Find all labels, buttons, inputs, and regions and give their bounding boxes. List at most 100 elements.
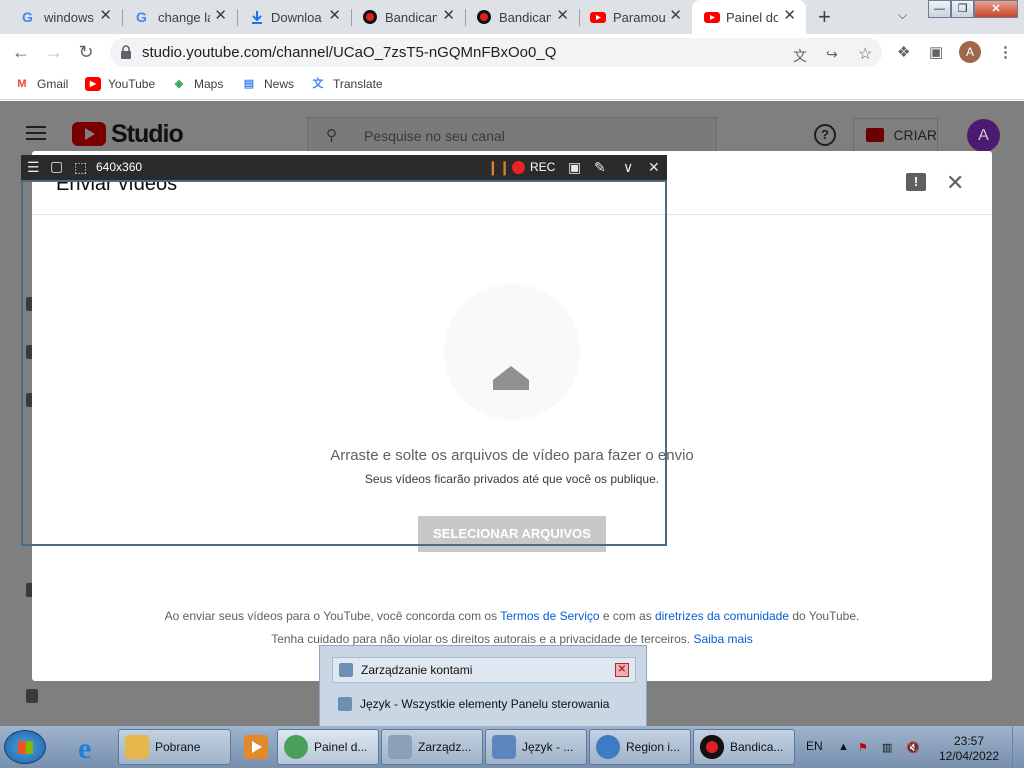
taskbar-item-region[interactable]: Region i... xyxy=(589,729,691,765)
tab-search-icon[interactable]: ⌵ xyxy=(898,8,907,23)
browser-tab[interactable]: Downloa ✕ xyxy=(237,0,351,34)
bookmark-youtube[interactable]: ▶ YouTube xyxy=(85,77,155,91)
tab-strip: G windows ✕ G change la ✕ Downloa ✕ Band… xyxy=(0,0,1024,34)
record-label: REC xyxy=(530,160,556,174)
share-icon[interactable]: ↪ xyxy=(826,46,838,63)
youtube-icon xyxy=(704,12,720,23)
browser-tab[interactable]: Bandicam ✕ xyxy=(351,0,465,34)
popup-item-accounts[interactable]: Zarządzanie kontami ✕ xyxy=(332,657,636,683)
maximize-button[interactable]: ❐ xyxy=(951,0,974,18)
close-tab-icon[interactable]: ✕ xyxy=(99,8,112,24)
lock-icon xyxy=(121,45,131,59)
taskbar-item-label: Pobrane xyxy=(155,740,201,754)
pencil-icon[interactable]: ✎ xyxy=(594,159,606,176)
svg-text:G: G xyxy=(22,9,33,25)
bookmark-label: Maps xyxy=(194,77,224,91)
forward-arrow-icon[interactable]: → xyxy=(42,40,66,64)
bookmark-gmail[interactable]: M Gmail xyxy=(14,77,68,91)
menu-kebab-icon[interactable]: ⋮ xyxy=(998,43,1013,61)
close-tab-icon[interactable]: ✕ xyxy=(214,8,227,24)
start-button[interactable] xyxy=(4,730,46,764)
feedback-side-icon[interactable] xyxy=(26,689,38,703)
create-button[interactable]: CRIAR xyxy=(853,118,938,152)
bandicam-menu-icon[interactable]: ☰ xyxy=(27,159,40,176)
terms-of-service-link[interactable]: Termos de Serviço xyxy=(500,609,599,623)
search-icon: ⚲ xyxy=(326,127,337,144)
feedback-icon[interactable]: ! xyxy=(906,173,926,191)
close-tab-icon[interactable]: ✕ xyxy=(556,8,569,24)
network-icon[interactable]: ▥ xyxy=(882,741,892,754)
minimize-button[interactable]: — xyxy=(928,0,951,18)
tab-title: Downloa xyxy=(271,9,322,25)
taskbar-item-label: Region i... xyxy=(626,740,681,754)
side-panel-icon[interactable]: ▣ xyxy=(929,43,943,61)
capture-size: 640x360 xyxy=(96,160,143,174)
close-tab-icon[interactable]: ✕ xyxy=(783,8,796,24)
media-player-icon[interactable] xyxy=(232,729,280,765)
reload-icon[interactable]: ↻ xyxy=(74,40,98,64)
close-tab-icon[interactable]: ✕ xyxy=(442,8,455,24)
close-icon[interactable]: ✕ xyxy=(946,170,964,196)
help-icon[interactable]: ? xyxy=(814,124,836,146)
chevron-down-icon[interactable]: ∨ xyxy=(623,159,633,176)
translate-page-icon[interactable]: 文 xyxy=(793,46,807,66)
action-center-flag-icon[interactable]: ⚑ xyxy=(858,741,868,754)
close-tab-icon[interactable]: ✕ xyxy=(669,8,682,24)
channel-avatar[interactable]: A xyxy=(967,119,1000,152)
taskbar-item-chrome[interactable]: Painel d... xyxy=(277,729,379,765)
show-hidden-icons-arrow-icon[interactable]: ▲ xyxy=(838,741,849,753)
popup-item-language[interactable]: Język - Wszystkie elementy Panelu sterow… xyxy=(332,692,636,714)
taskbar-item-bandicam[interactable]: Bandica... xyxy=(693,729,795,765)
language-icon xyxy=(492,735,516,759)
clock-time: 23:57 xyxy=(953,734,985,748)
channel-search[interactable]: ⚲ Pesquise no seu canal xyxy=(307,117,717,153)
camera-icon[interactable]: ▣ xyxy=(568,159,581,176)
popup-item-label: Zarządzanie kontami xyxy=(361,663,473,677)
internet-explorer-icon[interactable]: e xyxy=(66,729,114,765)
bookmark-translate[interactable]: 文 Translate xyxy=(310,77,383,91)
studio-logo-text[interactable]: Studio xyxy=(111,120,184,149)
browser-tab[interactable]: Bandicam ✕ xyxy=(465,0,579,34)
svg-text:G: G xyxy=(136,9,147,25)
fullscreen-square-icon[interactable]: ▢ xyxy=(50,158,63,175)
user-accounts-icon xyxy=(339,663,353,677)
tab-title: Paramou xyxy=(613,9,665,25)
bandicam-icon xyxy=(477,10,491,24)
taskbar-item-pobrane[interactable]: Pobrane xyxy=(118,729,231,765)
browser-tab[interactable]: Paramou ✕ xyxy=(579,0,692,34)
profile-avatar[interactable]: A xyxy=(959,41,981,63)
copyright-notice: Tenha cuidado para não violar os direito… xyxy=(271,632,694,646)
youtube-logo-icon[interactable] xyxy=(72,122,106,146)
taskbar-item-label: Język - ... xyxy=(522,740,574,754)
volume-muted-icon[interactable]: 🔇 xyxy=(906,741,920,754)
new-tab-button[interactable]: + xyxy=(818,4,831,30)
close-icon[interactable]: ✕ xyxy=(615,663,629,677)
video-camera-icon xyxy=(866,128,885,142)
bookmark-label: Gmail xyxy=(37,77,69,91)
community-guidelines-link[interactable]: diretrizes da comunidade xyxy=(655,609,789,623)
pause-bars-icon[interactable]: ❙❙ xyxy=(487,159,510,176)
taskbar-item-language[interactable]: Język - ... xyxy=(485,729,587,765)
extensions-puzzle-icon[interactable]: ❖ xyxy=(897,43,910,61)
close-tab-icon[interactable]: ✕ xyxy=(328,8,341,24)
bookmark-maps[interactable]: ◈ Maps xyxy=(171,77,224,91)
show-desktop-button[interactable] xyxy=(1012,726,1024,768)
bookmark-star-icon[interactable]: ☆ xyxy=(858,44,872,64)
close-icon[interactable]: ✕ xyxy=(648,159,660,176)
bandicam-capture-frame[interactable] xyxy=(21,180,667,546)
learn-more-link[interactable]: Saiba mais xyxy=(693,632,752,646)
browser-tab-active[interactable]: Painel do ✕ xyxy=(692,0,806,34)
menu-hamburger-icon[interactable] xyxy=(26,126,46,144)
svg-text:e: e xyxy=(78,732,91,765)
record-button[interactable]: REC xyxy=(512,160,555,174)
system-clock[interactable]: 23:57 12/04/2022 xyxy=(934,734,1004,764)
taskbar-item-accounts[interactable]: Zarządz... xyxy=(381,729,483,765)
back-arrow-icon[interactable]: ← xyxy=(9,40,33,64)
bookmark-news[interactable]: ▤ News xyxy=(241,77,294,91)
address-bar[interactable]: studio.youtube.com/channel/UCaO_7zsT5-nG… xyxy=(110,38,882,67)
input-language-indicator[interactable]: EN xyxy=(806,739,823,753)
browser-tab[interactable]: G windows ✕ xyxy=(0,0,122,34)
select-area-icon[interactable]: ⬚ xyxy=(74,159,87,176)
browser-tab[interactable]: G change la ✕ xyxy=(122,0,237,34)
close-window-button[interactable]: ✕ xyxy=(974,0,1018,18)
